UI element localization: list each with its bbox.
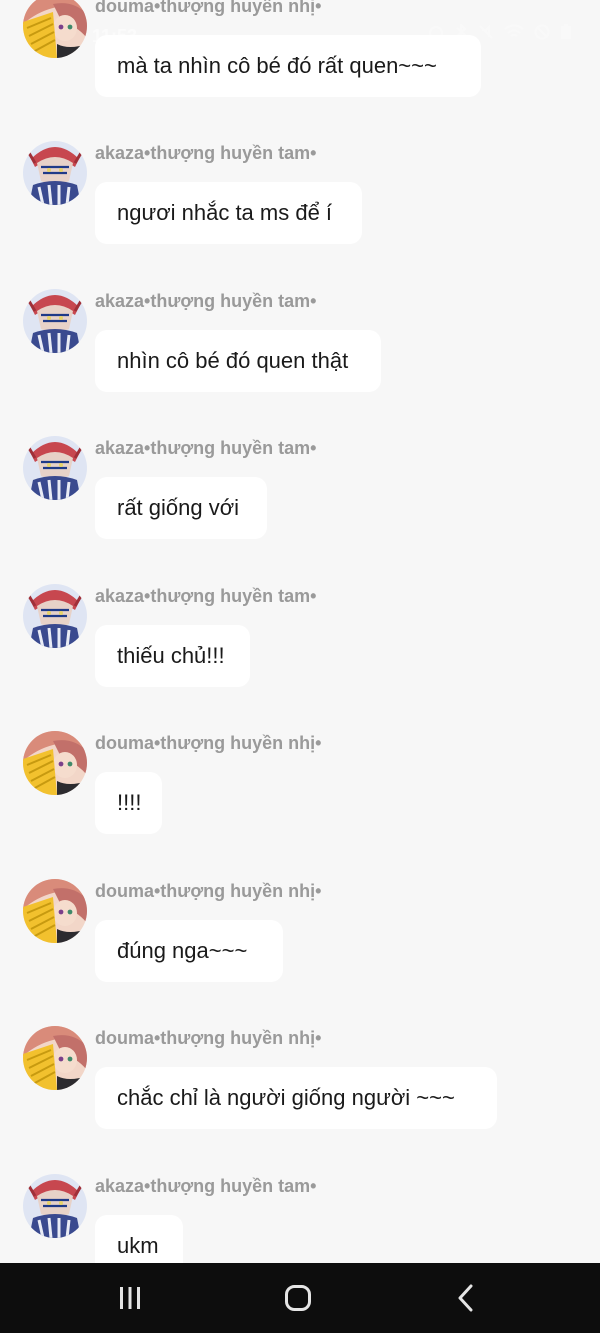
recents-button[interactable]: [110, 1281, 150, 1315]
akaza-avatar-image: [23, 584, 87, 648]
message-bubble[interactable]: ukm: [95, 1215, 183, 1263]
sender-name: douma•thượng huyền nhị•: [95, 0, 322, 16]
sender-name: douma•thượng huyền nhị•: [95, 1028, 322, 1048]
status-time: 11:53: [92, 26, 138, 46]
douma-avatar-image: [23, 879, 87, 943]
message-bubble[interactable]: thiếu chủ!!!: [95, 625, 250, 687]
douma-avatar-image: [23, 731, 87, 795]
avatar-douma[interactable]: [23, 879, 87, 943]
sender-name: akaza•thượng huyền tam•: [95, 291, 317, 311]
status-icons: [428, 24, 572, 40]
avatar-akaza[interactable]: [23, 141, 87, 205]
message-item: akaza•thượng huyền tam• ukm: [0, 1174, 600, 1263]
recents-icon: [120, 1287, 140, 1309]
akaza-avatar-image: [23, 1174, 87, 1238]
sender-name: douma•thượng huyền nhị•: [95, 881, 322, 901]
avatar-akaza[interactable]: [23, 436, 87, 500]
home-button[interactable]: [278, 1281, 318, 1315]
message-item: douma•thượng huyền nhị• !!!!: [0, 731, 600, 871]
battery-icon: [561, 24, 571, 39]
akaza-avatar-image: [23, 436, 87, 500]
sender-name: douma•thượng huyền nhị•: [95, 733, 322, 753]
message-bubble[interactable]: đúng nga~~~: [95, 920, 283, 982]
sender-name: akaza•thượng huyền tam•: [95, 438, 317, 458]
message-bubble[interactable]: !!!!: [95, 772, 162, 834]
message-bubble[interactable]: rất giống với: [95, 477, 267, 539]
dnd-icon: [534, 24, 550, 40]
avatar-akaza[interactable]: [23, 289, 87, 353]
system-nav-bar: [0, 1263, 600, 1333]
back-button[interactable]: [446, 1281, 486, 1315]
avatar-douma[interactable]: [23, 1026, 87, 1090]
message-bubble[interactable]: mà ta nhìn cô bé đó rất quen~~~: [95, 35, 481, 97]
back-icon: [458, 1284, 473, 1312]
message-bubble[interactable]: nhìn cô bé đó quen thật: [95, 330, 381, 392]
douma-avatar-image: [23, 1026, 87, 1090]
home-icon: [285, 1285, 311, 1311]
message-item: douma•thượng huyền nhị• đúng nga~~~: [0, 879, 600, 1019]
avatar-douma[interactable]: [23, 0, 87, 58]
avatar-douma[interactable]: [23, 731, 87, 795]
message-item: douma•thượng huyền nhị• mà ta nhìn cô bé…: [0, 0, 600, 134]
avatar-akaza[interactable]: [23, 1174, 87, 1238]
alarm-icon: [429, 26, 443, 40]
message-bubble[interactable]: chắc chỉ là người giống người ~~~: [95, 1067, 497, 1129]
message-item: akaza•thượng huyền tam• rất giống với: [0, 436, 600, 576]
wifi-icon: [504, 24, 524, 37]
message-item: akaza•thượng huyền tam• ngươi nhắc ta ms…: [0, 141, 600, 281]
message-item: akaza•thượng huyền tam• thiếu chủ!!!: [0, 584, 600, 724]
mute-icon: [479, 24, 493, 39]
sender-name: akaza•thượng huyền tam•: [95, 1176, 317, 1196]
akaza-avatar-image: [23, 141, 87, 205]
message-bubble[interactable]: ngươi nhắc ta ms để í: [95, 182, 362, 244]
akaza-avatar-image: [23, 289, 87, 353]
chat-screen: douma•thượng huyền nhị• mà ta nhìn cô bé…: [0, 0, 600, 1333]
sender-name: akaza•thượng huyền tam•: [95, 586, 317, 606]
message-item: akaza•thượng huyền tam• nhìn cô bé đó qu…: [0, 289, 600, 429]
douma-avatar-image: [23, 0, 87, 58]
sender-name: akaza•thượng huyền tam•: [95, 143, 317, 163]
avatar-akaza[interactable]: [23, 584, 87, 648]
message-item: douma•thượng huyền nhị• chắc chỉ là ngườ…: [0, 1026, 600, 1166]
bluetooth-icon: [456, 24, 467, 40]
message-list[interactable]: douma•thượng huyền nhị• mà ta nhìn cô bé…: [0, 0, 600, 1263]
